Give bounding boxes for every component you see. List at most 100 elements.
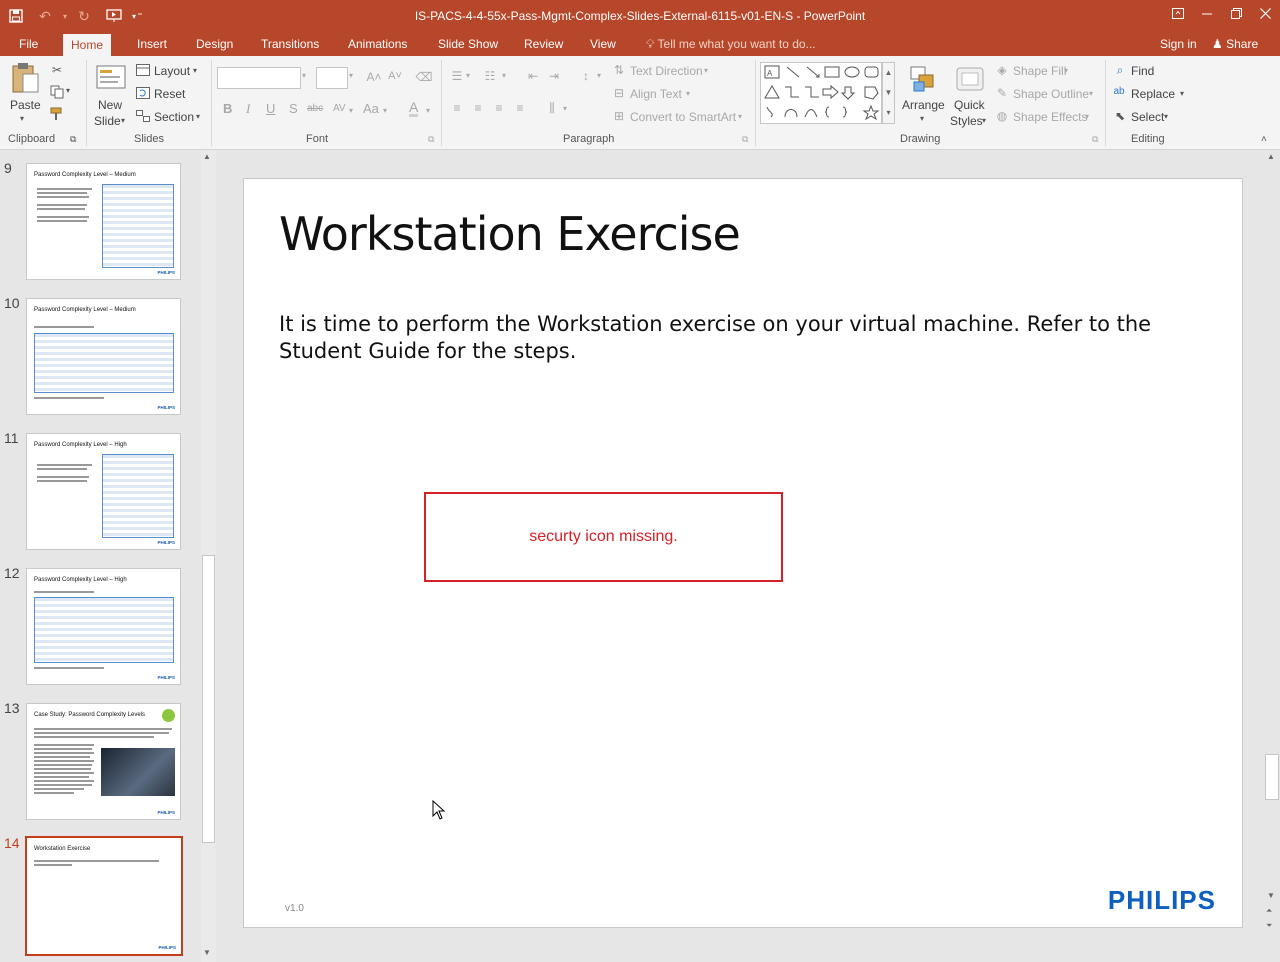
paragraph-launcher-icon[interactable]: ⧉	[742, 134, 748, 145]
paste-icon[interactable]	[8, 60, 42, 96]
layout-icon[interactable]	[135, 63, 151, 77]
copy-icon[interactable]	[48, 84, 66, 100]
scroll-thumb[interactable]	[1265, 754, 1279, 800]
tab-animations[interactable]: Animations	[348, 36, 407, 56]
section-icon[interactable]	[135, 109, 151, 123]
minimize-icon[interactable]	[1192, 0, 1222, 26]
align-text-button[interactable]: Align Text	[630, 87, 682, 101]
font-name-dropdown-icon[interactable]: ▾	[302, 71, 306, 80]
text-direction-button[interactable]: Text Direction	[630, 64, 703, 78]
font-name-combo[interactable]	[217, 67, 301, 89]
gallery-down-icon[interactable]: ▼	[883, 83, 894, 103]
scroll-up-icon[interactable]: ▲	[203, 152, 211, 161]
slide-title[interactable]: Workstation Exercise	[279, 207, 741, 261]
font-color-button[interactable]: A	[409, 100, 419, 117]
tab-transitions[interactable]: Transitions	[261, 36, 319, 56]
shapes-gallery-scrollbar[interactable]: ▲ ▼ ▾	[882, 62, 895, 124]
gallery-up-icon[interactable]: ▲	[883, 63, 894, 83]
restore-icon[interactable]	[1221, 0, 1251, 26]
grow-font-icon[interactable]: A˄	[366, 70, 382, 84]
align-text-dropdown-icon[interactable]: ▾	[686, 89, 690, 98]
text-direction-icon[interactable]: ⇅	[611, 63, 627, 77]
ribbon-display-options-icon[interactable]	[1163, 0, 1193, 26]
section-dropdown-icon[interactable]: ▾	[196, 112, 200, 121]
next-slide-icon[interactable]: ⏷	[1266, 921, 1272, 931]
tab-insert[interactable]: Insert	[137, 36, 167, 56]
arrange-icon[interactable]	[906, 62, 940, 96]
font-size-combo[interactable]	[316, 67, 348, 89]
shape-outline-button[interactable]: Shape Outline	[1013, 87, 1089, 101]
font-size-dropdown-icon[interactable]: ▾	[349, 71, 353, 80]
scroll-thumb[interactable]	[202, 555, 215, 843]
new-slide-label-1[interactable]: New	[98, 98, 122, 112]
slide-thumbnail-14[interactable]: Workstation Exercise PHILIPS	[25, 836, 183, 956]
underline-button[interactable]: U	[266, 101, 275, 116]
section-label[interactable]: Section	[154, 110, 194, 124]
text-direction-dropdown-icon[interactable]: ▾	[704, 66, 708, 75]
paste-label[interactable]: Paste	[10, 98, 41, 112]
text-shadow-button[interactable]: S	[289, 101, 298, 116]
slide-canvas[interactable]: Workstation Exercise It is time to perfo…	[243, 178, 1243, 928]
replace-icon[interactable]: ab	[1110, 86, 1128, 97]
smartart-dropdown-icon[interactable]: ▾	[738, 112, 742, 121]
new-slide-label-2[interactable]: Slide	[94, 114, 121, 128]
increase-indent-icon[interactable]: ⇥	[545, 69, 563, 83]
previous-slide-icon[interactable]: ⏶	[1266, 906, 1272, 916]
arrange-dropdown-icon[interactable]: ▾	[920, 114, 924, 123]
italic-button[interactable]: I	[246, 101, 250, 117]
layout-dropdown-icon[interactable]: ▾	[193, 66, 197, 75]
shapes-gallery[interactable]: A	[760, 62, 882, 124]
shape-effects-dropdown-icon[interactable]: ▾	[1085, 112, 1089, 121]
missing-icon-placeholder[interactable]: securty icon missing.	[424, 492, 783, 582]
slide-scrollbar[interactable]: ▲ ▼ ⏶ ⏷	[1264, 150, 1280, 940]
drawing-launcher-icon[interactable]: ⧉	[1092, 134, 1098, 145]
replace-dropdown-icon[interactable]: ▾	[1180, 89, 1184, 98]
decrease-indent-icon[interactable]: ⇤	[524, 69, 542, 83]
tab-review[interactable]: Review	[524, 36, 563, 56]
new-slide-dropdown-icon[interactable]: ▾	[121, 116, 125, 125]
find-button[interactable]: Find	[1131, 64, 1154, 78]
numbering-icon[interactable]: ☷	[481, 69, 499, 83]
tell-me-box[interactable]: 💡︎ Tell me what you want to do...	[646, 37, 816, 52]
quick-styles-icon[interactable]	[953, 62, 987, 96]
columns-dropdown-icon[interactable]: ▾	[563, 104, 567, 113]
copy-dropdown-icon[interactable]: ▾	[66, 86, 70, 95]
thumbnail-scrollbar[interactable]: ▲ ▼	[201, 150, 216, 962]
arrange-label[interactable]: Arrange	[902, 98, 945, 112]
layout-label[interactable]: Layout	[154, 64, 190, 78]
tab-file[interactable]: File	[19, 36, 38, 56]
shape-effects-button[interactable]: Shape Effects	[1013, 110, 1088, 124]
shape-outline-dropdown-icon[interactable]: ▾	[1089, 89, 1093, 98]
cut-icon[interactable]: ✂︎	[48, 62, 66, 78]
font-launcher-icon[interactable]: ⧉	[428, 134, 434, 145]
character-spacing-dropdown-icon[interactable]: ▾	[349, 106, 353, 115]
line-spacing-icon[interactable]: ↕	[577, 69, 595, 83]
format-painter-icon[interactable]	[48, 106, 66, 122]
share-button[interactable]: ♟︎ Share	[1212, 36, 1258, 56]
sign-in-link[interactable]: Sign in	[1160, 36, 1197, 56]
shape-fill-icon[interactable]: ◈	[994, 63, 1010, 77]
slide-thumbnail-11[interactable]: Password Complexity Level – High PHILIPS	[26, 433, 181, 550]
replace-button[interactable]: Replace	[1131, 87, 1175, 101]
align-left-icon[interactable]: ≡	[448, 101, 466, 115]
shrink-font-icon[interactable]: A˅	[387, 70, 403, 82]
bullets-icon[interactable]: ☰	[448, 69, 466, 83]
select-arrow-icon[interactable]: ⬉	[1112, 109, 1128, 123]
strikethrough-button[interactable]: abc	[307, 103, 323, 114]
close-icon[interactable]	[1250, 0, 1280, 26]
scroll-down-icon[interactable]: ▼	[203, 948, 211, 957]
tab-home[interactable]: Home	[63, 34, 112, 56]
tab-slide-show[interactable]: Slide Show	[438, 36, 498, 56]
shape-fill-dropdown-icon[interactable]: ▾	[1064, 66, 1068, 75]
select-button[interactable]: Select	[1131, 110, 1164, 124]
clear-formatting-icon[interactable]: ⌫	[415, 70, 433, 84]
paste-dropdown-icon[interactable]: ▾	[20, 114, 24, 123]
new-slide-icon[interactable]	[94, 60, 128, 94]
scroll-up-icon[interactable]: ▲	[1267, 152, 1275, 161]
slide-thumbnail-12[interactable]: Password Complexity Level – High PHILIPS	[26, 568, 181, 685]
change-case-dropdown-icon[interactable]: ▾	[383, 106, 387, 115]
change-case-button[interactable]: Aa	[363, 101, 379, 116]
character-spacing-button[interactable]: AV	[333, 103, 346, 114]
bold-button[interactable]: B	[223, 101, 232, 116]
shape-outline-icon[interactable]: ✎	[994, 86, 1010, 100]
